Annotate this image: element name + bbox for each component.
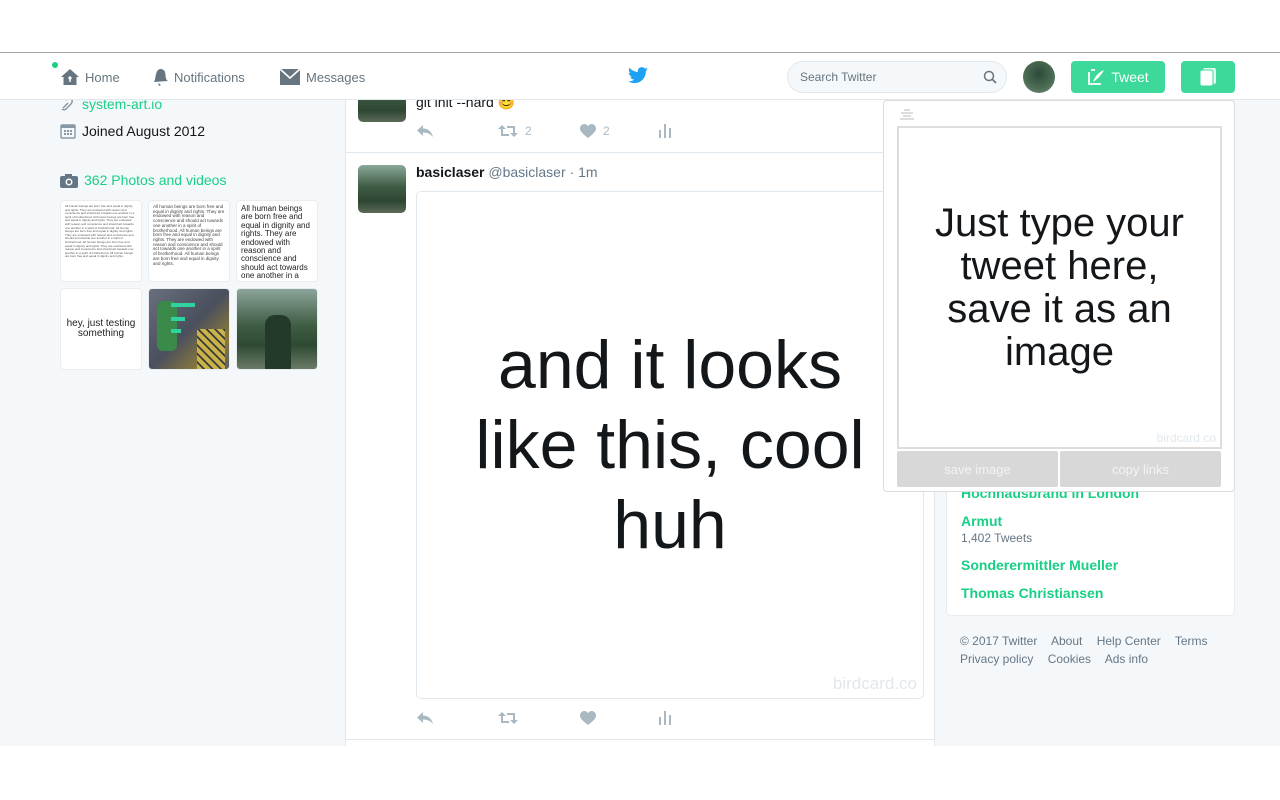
media-thumb[interactable]: All human beings are born free and equal… <box>236 200 318 282</box>
retweet-button[interactable] <box>498 711 518 725</box>
nav-home[interactable]: Home <box>60 54 120 100</box>
bell-icon <box>154 68 168 86</box>
nav-notifications-label: Notifications <box>174 69 245 85</box>
tweet-actions <box>416 711 716 731</box>
footer-link-terms[interactable]: Terms <box>1175 634 1208 648</box>
tweet-image-card[interactable]: and it looks like this, cool huh birdcar… <box>416 191 924 699</box>
analytics-button[interactable] <box>658 124 672 138</box>
birdcard-extension-button[interactable] <box>1181 61 1235 93</box>
copy-links-button[interactable]: copy links <box>1060 451 1221 487</box>
bar-graphic <box>171 317 185 321</box>
media-thumb[interactable]: hey, just testing something <box>60 288 142 370</box>
like-button[interactable]: 2 <box>580 124 610 138</box>
tweet-author-name[interactable]: basiclaser <box>416 164 485 180</box>
save-image-button[interactable]: save image <box>897 451 1058 487</box>
user-avatar-menu[interactable] <box>1023 61 1055 93</box>
search-icon[interactable] <box>983 70 997 84</box>
trend-tweet-count: 1,402 Tweets <box>961 531 1033 545</box>
trend-item[interactable]: Sonderermittler Mueller <box>961 557 1118 573</box>
nav-home-label: Home <box>85 69 120 85</box>
analytics-icon <box>659 124 671 138</box>
nav-notifications[interactable]: Notifications <box>151 54 245 100</box>
heart-icon <box>580 124 596 138</box>
footer-link-privacy[interactable]: Privacy policy <box>960 652 1033 666</box>
heart-icon <box>580 711 596 725</box>
tweet-divider <box>346 739 934 740</box>
like-count: 2 <box>603 124 610 138</box>
tweet-button[interactable]: Tweet <box>1071 61 1165 93</box>
bar-graphic <box>171 303 195 307</box>
timeline: git init --hard 😊 2 2 basiclaser @basicl… <box>345 74 935 746</box>
media-thumb-photo[interactable] <box>236 288 318 370</box>
cards-icon <box>1199 68 1216 87</box>
birdcard-popup: Just type your tweet here, save it as an… <box>883 100 1235 492</box>
top-navbar: Home Notifications Messages Search Twitt… <box>0 54 1280 100</box>
analytics-button[interactable] <box>658 711 672 725</box>
browser-top-area <box>0 0 1280 53</box>
footer-link-ads[interactable]: Ads info <box>1105 652 1148 666</box>
reply-icon <box>417 712 433 724</box>
photos-videos-link[interactable]: 362 Photos and videos <box>84 172 226 188</box>
editor-text[interactable]: Just type your tweet here, save it as an… <box>915 201 1205 374</box>
media-thumb[interactable]: All human beings are born free and equal… <box>148 200 230 282</box>
nav-messages-label: Messages <box>306 69 366 85</box>
analytics-icon <box>659 711 671 725</box>
person-graphic <box>197 329 225 369</box>
camera-icon <box>60 173 78 188</box>
reply-button[interactable] <box>416 711 434 725</box>
tweet-timestamp[interactable]: · 1m <box>570 164 598 180</box>
footer-links-row1: © 2017 Twitter About Help Center Terms <box>960 634 1219 648</box>
profile-joined-row: Joined August 2012 <box>60 123 205 139</box>
footer-link-cookies[interactable]: Cookies <box>1048 652 1091 666</box>
retweet-button[interactable]: 2 <box>498 124 532 138</box>
like-button[interactable] <box>580 711 596 725</box>
tweet-image-editor[interactable]: Just type your tweet here, save it as an… <box>897 126 1222 449</box>
footer-link-about[interactable]: About <box>1051 634 1082 648</box>
photos-videos-row: 362 Photos and videos <box>60 172 226 188</box>
reply-icon <box>417 125 433 137</box>
search-input[interactable]: Search Twitter <box>787 61 1007 93</box>
twitter-bird-icon[interactable] <box>627 67 649 85</box>
footer-links-row2: Privacy policy Cookies Ads info <box>960 652 1159 666</box>
retweet-count: 2 <box>525 124 532 138</box>
tweet-header: basiclaser @basiclaser · 1m <box>416 164 598 180</box>
nav-messages[interactable]: Messages <box>279 54 365 100</box>
envelope-icon <box>279 68 301 85</box>
tweet-image-watermark: birdcard.co <box>832 674 917 693</box>
tweet-button-label: Tweet <box>1111 69 1149 85</box>
tweet-author-handle[interactable]: @basiclaser <box>488 164 565 180</box>
new-content-dot <box>52 62 58 68</box>
profile-joined-date: Joined August 2012 <box>82 123 205 139</box>
trend-item[interactable]: Armut <box>961 513 1002 529</box>
media-thumb-photo[interactable] <box>148 288 230 370</box>
home-icon <box>61 69 79 85</box>
retweet-icon <box>498 712 518 724</box>
footer-copyright: © 2017 Twitter <box>960 634 1038 648</box>
drag-handle-icon[interactable] <box>900 109 914 121</box>
calendar-icon <box>60 124 76 139</box>
tweet-actions: 2 2 <box>416 124 716 144</box>
tweet-avatar[interactable] <box>358 165 406 213</box>
tweet-divider <box>346 152 934 153</box>
footer-link-help[interactable]: Help Center <box>1097 634 1161 648</box>
map-graphic <box>157 301 177 351</box>
trend-item[interactable]: Thomas Christiansen <box>961 585 1103 601</box>
retweet-icon <box>498 125 518 137</box>
reply-button[interactable] <box>416 124 434 138</box>
person-graphic <box>265 315 291 369</box>
media-thumb[interactable]: All human beings are born free and equal… <box>60 200 142 282</box>
tweet-image-text: and it looks like this, cool huh <box>475 327 865 563</box>
editor-watermark: birdcard.co <box>1156 431 1216 445</box>
bar-graphic <box>171 329 181 333</box>
compose-quill-icon <box>1088 69 1105 85</box>
search-placeholder: Search Twitter <box>800 70 877 84</box>
